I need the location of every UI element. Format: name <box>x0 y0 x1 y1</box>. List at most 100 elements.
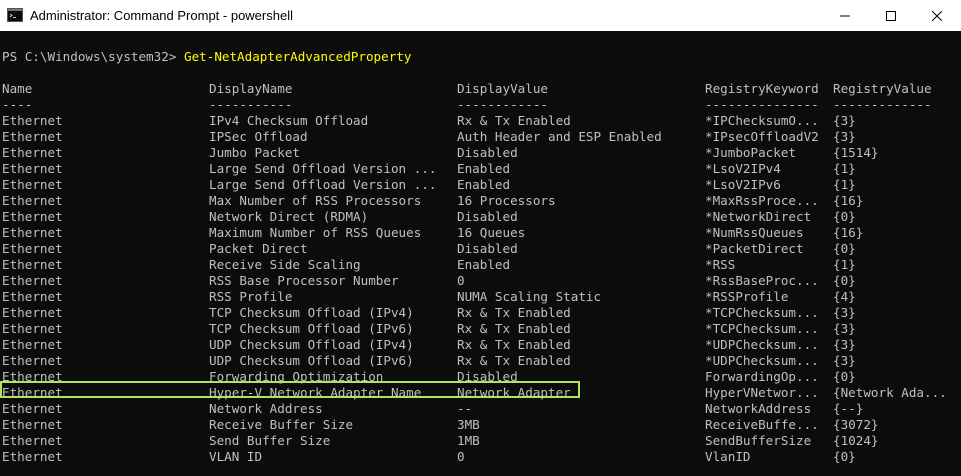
cell-registryvalue: {0} <box>833 209 856 224</box>
cell-displayvalue: Disabled <box>457 241 518 256</box>
cell-name: Ethernet <box>2 193 63 208</box>
cell-registryvalue: {1} <box>833 177 856 192</box>
cell-registryvalue: {3} <box>833 353 856 368</box>
cell-name: Ethernet <box>2 145 63 160</box>
table-row: Ethernet IPv4 Checksum Offload Rx & Tx Ena… <box>2 113 952 129</box>
minimize-button[interactable] <box>822 0 868 31</box>
cell-registrykeyword: *IPChecksumO... <box>705 113 819 128</box>
cell-displayvalue: 0 <box>457 273 465 288</box>
cell-registryvalue: {16} <box>833 193 864 208</box>
table-row: Ethernet VLAN ID 0 VlanID {0} <box>2 449 952 465</box>
cell-name: Ethernet <box>2 353 63 368</box>
cell-registrykeyword: NetworkAddress <box>705 401 812 416</box>
cell-displayname: Receive Side Scaling <box>209 257 361 272</box>
table-row: Ethernet Large Send Offload Version ... En… <box>2 161 952 177</box>
cell-displayvalue: -- <box>457 401 473 416</box>
table-header-row: Name DisplayName DisplayValue RegistryKe… <box>2 81 952 97</box>
table-row: Ethernet Large Send Offload Version ... En… <box>2 177 952 193</box>
cell-displayvalue: Enabled <box>457 177 511 192</box>
cell-registrykeyword: *PacketDirect <box>705 241 804 256</box>
cell-registryvalue: {4} <box>833 289 856 304</box>
cell-registrykeyword: *RssBaseProc... <box>705 273 819 288</box>
cmd-icon <box>7 8 23 22</box>
cell-name: Ethernet <box>2 161 63 176</box>
cell-displayname: Send Buffer Size <box>209 433 331 448</box>
cell-registrykeyword: *UDPChecksum... <box>705 337 819 352</box>
prompt-text: PS C:\Windows\system32> <box>2 49 184 64</box>
header-displayname: DisplayName <box>209 81 293 96</box>
command-text: Get-NetAdapterAdvancedProperty <box>183 49 412 64</box>
cell-displayname: VLAN ID <box>209 449 263 464</box>
cell-registryvalue: {1024} <box>833 433 879 448</box>
separator-name: ---- <box>2 97 33 112</box>
table-row: Ethernet UDP Checksum Offload (IPv4) Rx & … <box>2 337 952 353</box>
cell-displayvalue: 1MB <box>457 433 480 448</box>
cell-registryvalue: {1} <box>833 257 856 272</box>
table-row: Ethernet Network Address -- NetworkAddress {… <box>2 401 952 417</box>
cell-displayname: Jumbo Packet <box>209 145 300 160</box>
cell-displayvalue: Auth Header and ESP Enabled <box>457 129 662 144</box>
cell-registrykeyword: *LsoV2IPv6 <box>705 177 781 192</box>
cell-displayvalue: Enabled <box>457 257 511 272</box>
cell-displayname: Packet Direct <box>209 241 308 256</box>
header-displayvalue: DisplayValue <box>457 81 548 96</box>
cell-displayvalue: 16 Processors <box>457 193 556 208</box>
table-row: Ethernet Receive Buffer Size 3MB ReceiveBuf… <box>2 417 952 433</box>
table-row: Ethernet Maximum Number of RSS Queues 16 Q… <box>2 225 952 241</box>
cell-registrykeyword: *NumRssQueues <box>705 225 804 240</box>
table-row: Ethernet Jumbo Packet Disabled *JumboPacket… <box>2 145 952 161</box>
cell-name: Ethernet <box>2 449 63 464</box>
separator-registrykeyword: --------------- <box>705 97 819 112</box>
cell-registrykeyword: *TCPChecksum... <box>705 305 819 320</box>
close-button[interactable] <box>914 0 960 31</box>
cell-displayvalue: Rx & Tx Enabled <box>457 113 571 128</box>
cell-displayname: Network Address <box>209 401 323 416</box>
separator-displayname: ----------- <box>209 97 293 112</box>
cell-displayname: TCP Checksum Offload (IPv6) <box>209 321 414 336</box>
table-row: Ethernet Network Direct (RDMA) Disabled *Ne… <box>2 209 952 225</box>
cell-displayname: RSS Base Processor Number <box>209 273 399 288</box>
cell-displayname: Network Direct (RDMA) <box>209 209 369 224</box>
cell-registryvalue: {3} <box>833 321 856 336</box>
table-row: Ethernet UDP Checksum Offload (IPv6) Rx & … <box>2 353 952 369</box>
cell-registrykeyword: *IPsecOffloadV2 <box>705 129 819 144</box>
cell-name: Ethernet <box>2 225 63 240</box>
table-row: Ethernet TCP Checksum Offload (IPv4) Rx & … <box>2 305 952 321</box>
cell-registrykeyword: ReceiveBuffe... <box>705 417 819 432</box>
cell-registryvalue: {0} <box>833 369 856 384</box>
cell-displayname: IPSec Offload <box>209 129 308 144</box>
separator-displayvalue: ------------ <box>457 97 548 112</box>
cell-registryvalue: {0} <box>833 273 856 288</box>
highlight-box <box>0 381 580 398</box>
cell-name: Ethernet <box>2 321 63 336</box>
minimize-icon <box>840 15 850 16</box>
cell-registrykeyword: *TCPChecksum... <box>705 321 819 336</box>
cell-registryvalue: {16} <box>833 225 864 240</box>
cell-name: Ethernet <box>2 401 63 416</box>
table-row: Ethernet Receive Side Scaling Enabled *RSS {… <box>2 257 952 273</box>
header-registryvalue: RegistryValue <box>833 81 932 96</box>
cell-name: Ethernet <box>2 417 63 432</box>
cell-name: Ethernet <box>2 433 63 448</box>
cell-displayname: Maximum Number of RSS Queues <box>209 225 422 240</box>
table-row: Ethernet Packet Direct Disabled *PacketDire… <box>2 241 952 257</box>
cell-registrykeyword: SendBufferSize <box>705 433 812 448</box>
cell-displayname: Max Number of RSS Processors <box>209 193 422 208</box>
maximize-icon <box>886 10 896 21</box>
cell-registrykeyword: *RSSProfile <box>705 289 789 304</box>
cell-name: Ethernet <box>2 209 63 224</box>
title-bar[interactable]: Administrator: Command Prompt - powershe… <box>0 0 961 32</box>
table-row: Ethernet Max Number of RSS Processors 16 P… <box>2 193 952 209</box>
header-name: Name <box>2 81 33 96</box>
cell-registryvalue: {--} <box>833 401 864 416</box>
cell-displayvalue: Rx & Tx Enabled <box>457 305 571 320</box>
maximize-button[interactable] <box>868 0 914 31</box>
separator-registryvalue: ------------- <box>833 97 932 112</box>
table-row: Ethernet IPSec Offload Auth Header and ESP… <box>2 129 952 145</box>
cell-displayname: UDP Checksum Offload (IPv6) <box>209 353 414 368</box>
cell-registrykeyword: *MaxRssProce... <box>705 193 819 208</box>
header-registrykeyword: RegistryKeyword <box>705 81 819 96</box>
cell-displayname: IPv4 Checksum Offload <box>209 113 369 128</box>
console-output[interactable]: PS C:\Windows\system32> Get-NetAdapterAd… <box>0 31 961 476</box>
cell-name: Ethernet <box>2 257 63 272</box>
